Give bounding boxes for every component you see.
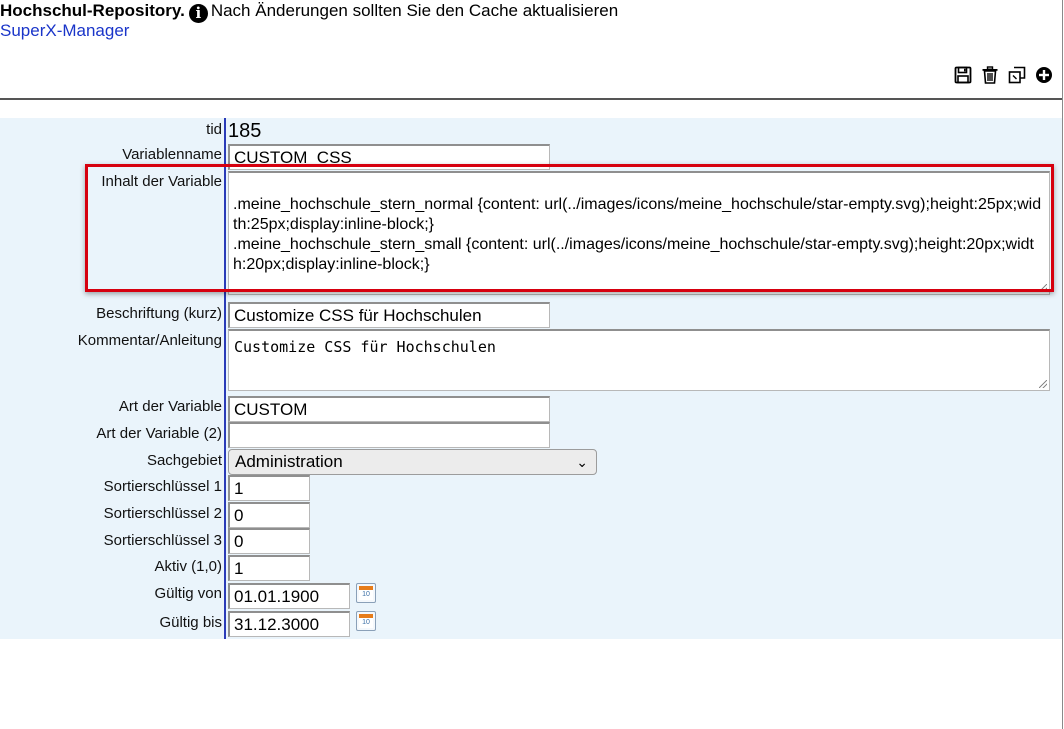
info-icon: i (188, 4, 208, 23)
page-header: Hochschul-Repository. i Nach Änderungen so… (0, 0, 1062, 60)
calendar-day: 10 (359, 618, 373, 628)
kommentar-label: Kommentar/Anleitung (77, 332, 222, 349)
art2-input[interactable] (228, 422, 550, 448)
tid-label: tid (206, 121, 222, 138)
add-button[interactable] (1034, 65, 1054, 85)
copy-icon (1008, 66, 1026, 84)
inhalt-label: Inhalt der Variable (101, 173, 222, 190)
kommentar-text: Customize CSS für Hochschulen (234, 338, 496, 356)
sort3-input[interactable]: 0 (228, 528, 310, 554)
calendar-button-von[interactable]: 10 (356, 583, 376, 603)
sort2-label: Sortierschlüssel 2 (103, 505, 222, 522)
calendar-button-bis[interactable]: 10 (356, 611, 376, 631)
art-input[interactable]: CUSTOM (228, 396, 550, 422)
copy-button[interactable] (1007, 65, 1027, 85)
aktiv-label: Aktiv (1,0) (154, 558, 222, 575)
resize-handle[interactable] (1039, 380, 1047, 388)
header-title-line: Hochschul-Repository. i Nach Änderungen so… (0, 0, 619, 23)
inhalt-textarea[interactable]: .meine_hochschule_stern_normal {content:… (228, 171, 1050, 295)
beschriftung-label: Beschriftung (kurz) (96, 305, 222, 322)
gueltig-bis-label: Gültig bis (159, 614, 222, 631)
sort2-input[interactable]: 0 (228, 502, 310, 528)
gueltig-von-input[interactable]: 01.01.1900 (228, 583, 350, 609)
window-edge (1062, 0, 1063, 729)
add-icon (1036, 67, 1052, 83)
kommentar-textarea[interactable]: Customize CSS für Hochschulen (228, 329, 1050, 391)
superx-manager-link[interactable]: SuperX-Manager (0, 21, 129, 41)
repository-title: Hochschul-Repository. (0, 1, 185, 20)
sort3-label: Sortierschlüssel 3 (103, 532, 222, 549)
chevron-down-icon: ⌄ (576, 454, 588, 470)
sort1-label: Sortierschlüssel 1 (103, 478, 222, 495)
save-button[interactable] (953, 65, 973, 85)
art-label: Art der Variable (118, 398, 222, 415)
edit-form: tid 185 Variablenname CUSTOM_CSS Inhalt … (0, 118, 1062, 639)
sachgebiet-select[interactable]: Administration ⌄ (228, 449, 597, 475)
toolbar (953, 65, 1054, 85)
sachgebiet-label: Sachgebiet (146, 452, 222, 469)
tid-value: 185 (228, 120, 262, 142)
gueltig-von-label: Gültig von (154, 585, 222, 602)
gueltig-bis-input[interactable]: 31.12.3000 (228, 611, 350, 637)
variablenname-label: Variablenname (122, 146, 222, 163)
inhalt-text: .meine_hochschule_stern_normal {content:… (233, 196, 1042, 273)
calendar-day: 10 (359, 590, 373, 600)
sort1-input[interactable]: 1 (228, 475, 310, 501)
save-icon (954, 66, 972, 84)
resize-handle[interactable] (1039, 284, 1047, 292)
header-divider (0, 98, 1062, 100)
variablenname-input[interactable]: CUSTOM_CSS (228, 144, 550, 170)
art2-label: Art der Variable (2) (96, 425, 222, 442)
sachgebiet-selected: Administration (235, 452, 343, 471)
beschriftung-input[interactable]: Customize CSS für Hochschulen (228, 302, 550, 328)
delete-icon (982, 66, 998, 84)
delete-button[interactable] (980, 65, 1000, 85)
aktiv-input[interactable]: 1 (228, 555, 310, 581)
cache-note: Nach Änderungen sollten Sie den Cache ak… (210, 1, 619, 20)
